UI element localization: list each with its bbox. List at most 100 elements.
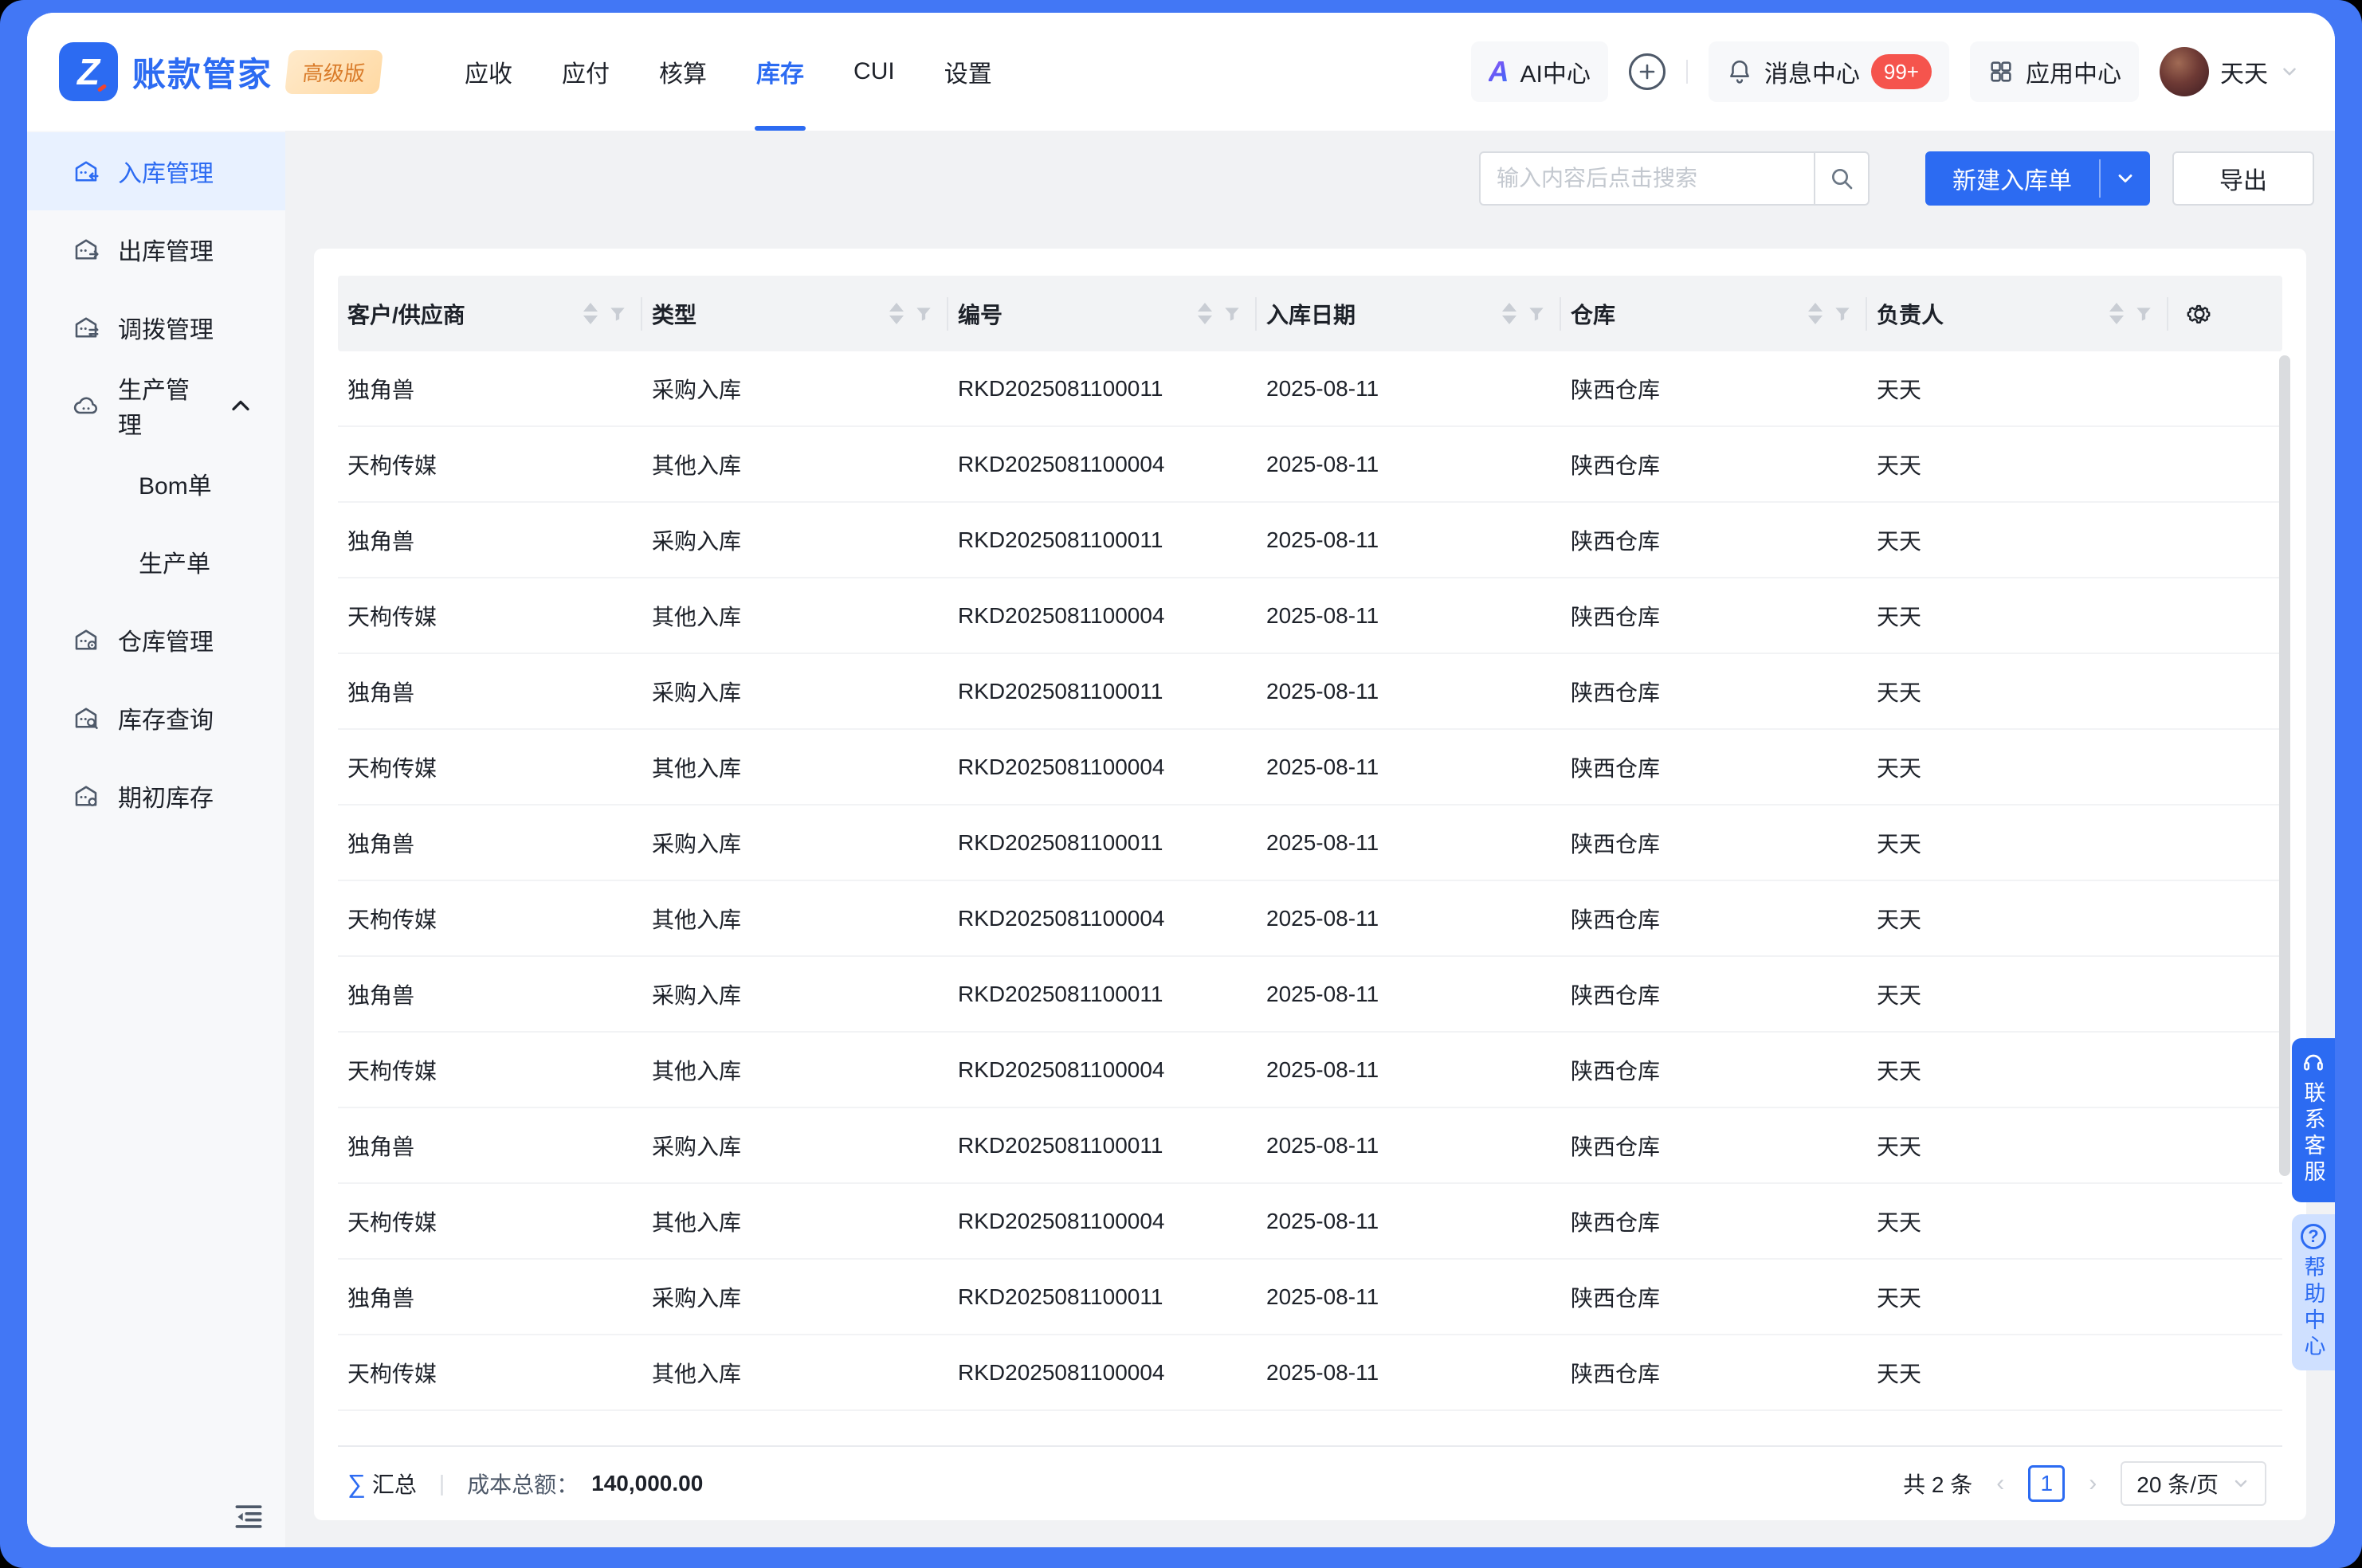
warehouse-manage-icon [72,625,100,654]
nav-cui[interactable]: CUI [853,13,895,131]
table-row[interactable]: 独角兽 采购入库 RKD2025081100011 2025-08-11 陕西仓… [338,503,2282,578]
cell-customer: 独角兽 [338,978,642,1010]
main-content: 新建入库单 导出 客户/供应商 [285,131,2335,1547]
column-label: 客户/供应商 [347,298,465,330]
filter-icon[interactable] [2133,304,2154,324]
sidebar-item-warehouse-manage[interactable]: 仓库管理 [27,601,285,679]
sort-icon[interactable] [2109,303,2124,324]
contact-support-label: 联系客服 [2298,1081,2329,1186]
cell-customer: 独角兽 [338,1130,642,1162]
vertical-scrollbar[interactable] [2279,355,2290,1176]
cell-type: 其他入库 [642,1054,948,1086]
current-page[interactable]: 1 [2028,1465,2065,1502]
table-row[interactable]: 天枸传媒 其他入库 RKD2025081100004 2025-08-11 陕西… [338,1335,2282,1411]
app-center-button[interactable]: 应用中心 [1970,41,2139,102]
filter-icon[interactable] [1832,304,1853,324]
sort-icon[interactable] [1198,303,1212,324]
table-row[interactable]: 独角兽 采购入库 RKD2025081100011 2025-08-11 陕西仓… [338,957,2282,1033]
column-header-customer[interactable]: 客户/供应商 [338,276,642,351]
user-menu[interactable]: 天天 [2160,47,2300,96]
sidebar-collapse-icon[interactable] [231,1499,266,1535]
sidebar-item-label: Bom单 [139,466,212,501]
sort-icon[interactable] [1808,303,1823,324]
table-row[interactable]: 独角兽 采购入库 RKD2025081100011 2025-08-11 陕西仓… [338,806,2282,881]
cell-warehouse: 陕西仓库 [1561,524,1867,556]
sidebar-item-stock-query[interactable]: 库存查询 [27,679,285,757]
filter-icon[interactable] [1526,304,1547,324]
sidebar-item-initial-stock[interactable]: 期初库存 [27,757,285,835]
cell-date: 2025-08-11 [1257,527,1561,553]
table-row[interactable]: 独角兽 采购入库 RKD2025081100011 2025-08-11 陕西仓… [338,1108,2282,1184]
table-row[interactable]: 天枸传媒 其他入库 RKD2025081100004 2025-08-11 陕西… [338,730,2282,806]
sidebar-item-production-order[interactable]: 生产单 [27,523,285,601]
cell-number: RKD2025081100004 [948,1360,1257,1386]
cell-warehouse: 陕西仓库 [1561,751,1867,783]
warehouse-initial-icon [72,782,100,810]
filter-icon[interactable] [1222,304,1242,324]
sidebar-item-production[interactable]: 生产管理 [27,367,285,445]
cell-type: 采购入库 [642,373,948,405]
help-center-button[interactable]: ? 帮助中心 [2292,1214,2335,1370]
sigma-icon: ∑ [347,1469,366,1499]
table-body: 独角兽 采购入库 RKD2025081100011 2025-08-11 陕西仓… [338,351,2282,1411]
prev-page-button[interactable]: ‹ [1988,1470,2012,1497]
ai-center-button[interactable]: A AI中心 [1471,41,1608,102]
contact-support-button[interactable]: 联系客服 [2292,1038,2335,1202]
next-page-button[interactable]: › [2081,1470,2105,1497]
table-row[interactable]: 独角兽 采购入库 RKD2025081100011 2025-08-11 陕西仓… [338,1260,2282,1335]
topbar-divider [1686,60,1688,84]
table-row[interactable]: 独角兽 采购入库 RKD2025081100011 2025-08-11 陕西仓… [338,654,2282,730]
sidebar-item-outbound[interactable]: 出库管理 [27,210,285,288]
search-button[interactable] [1815,153,1868,204]
bell-icon [1726,58,1753,85]
page-size-select[interactable]: 20 条/页 [2121,1461,2266,1506]
table-row[interactable]: 天枸传媒 其他入库 RKD2025081100004 2025-08-11 陕西… [338,1184,2282,1260]
nav-accounting[interactable]: 核算 [659,13,707,131]
create-inbound-dropdown[interactable] [2101,151,2150,206]
column-label: 类型 [652,298,696,330]
cell-number: RKD2025081100011 [948,527,1257,553]
message-center-label: 消息中心 [1764,54,1860,89]
nav-settings[interactable]: 设置 [944,13,992,131]
table-row[interactable]: 天枸传媒 其他入库 RKD2025081100004 2025-08-11 陕西… [338,427,2282,503]
message-center-button[interactable]: 消息中心 99+ [1709,41,1949,102]
cell-customer: 独角兽 [338,1281,642,1313]
export-button[interactable]: 导出 [2172,151,2314,206]
sort-icon[interactable] [889,303,904,324]
nav-payable[interactable]: 应付 [562,13,610,131]
nav-inventory[interactable]: 库存 [756,13,804,131]
column-header-type[interactable]: 类型 [642,276,948,351]
filter-icon[interactable] [607,304,628,324]
topbar: Z 账款管家 高级版 应收 应付 核算 库存 CUI 设置 A AI中心 [27,13,2335,131]
column-header-warehouse[interactable]: 仓库 [1561,276,1867,351]
sort-icon[interactable] [1502,303,1516,324]
column-settings-button[interactable] [2168,276,2282,351]
app-center-label: 应用中心 [2026,54,2121,89]
table-row[interactable]: 天枸传媒 其他入库 RKD2025081100004 2025-08-11 陕西… [338,578,2282,654]
cell-warehouse: 陕西仓库 [1561,1054,1867,1086]
sidebar-item-label: 仓库管理 [118,622,214,657]
cell-number: RKD2025081100004 [948,1209,1257,1234]
table-row[interactable]: 天枸传媒 其他入库 RKD2025081100004 2025-08-11 陕西… [338,1033,2282,1108]
column-header-number[interactable]: 编号 [948,276,1257,351]
table-row[interactable]: 天枸传媒 其他入库 RKD2025081100004 2025-08-11 陕西… [338,881,2282,957]
sort-icon[interactable] [583,303,598,324]
cell-customer: 独角兽 [338,676,642,708]
table-row[interactable]: 独角兽 采购入库 RKD2025081100011 2025-08-11 陕西仓… [338,351,2282,427]
filter-icon[interactable] [913,304,934,324]
add-button[interactable] [1629,53,1666,90]
create-inbound-button[interactable]: 新建入库单 [1925,151,2099,206]
nav-receivable[interactable]: 应收 [465,13,512,131]
column-header-owner[interactable]: 负责人 [1867,276,2168,351]
layout: 入库管理 出库管理 调拨管理 [27,131,2335,1547]
search-input[interactable] [1481,166,1814,191]
cell-warehouse: 陕西仓库 [1561,1205,1867,1237]
total-count: 共 2 条 [1903,1468,1972,1499]
sidebar-item-transfer[interactable]: 调拨管理 [27,288,285,367]
sidebar-item-bom[interactable]: Bom单 [27,445,285,523]
summary-label[interactable]: 汇总 [372,1468,417,1499]
chevron-up-icon [226,391,255,420]
cell-owner: 天天 [1867,1357,2168,1389]
column-header-date[interactable]: 入库日期 [1257,276,1561,351]
sidebar-item-inbound[interactable]: 入库管理 [27,132,285,210]
